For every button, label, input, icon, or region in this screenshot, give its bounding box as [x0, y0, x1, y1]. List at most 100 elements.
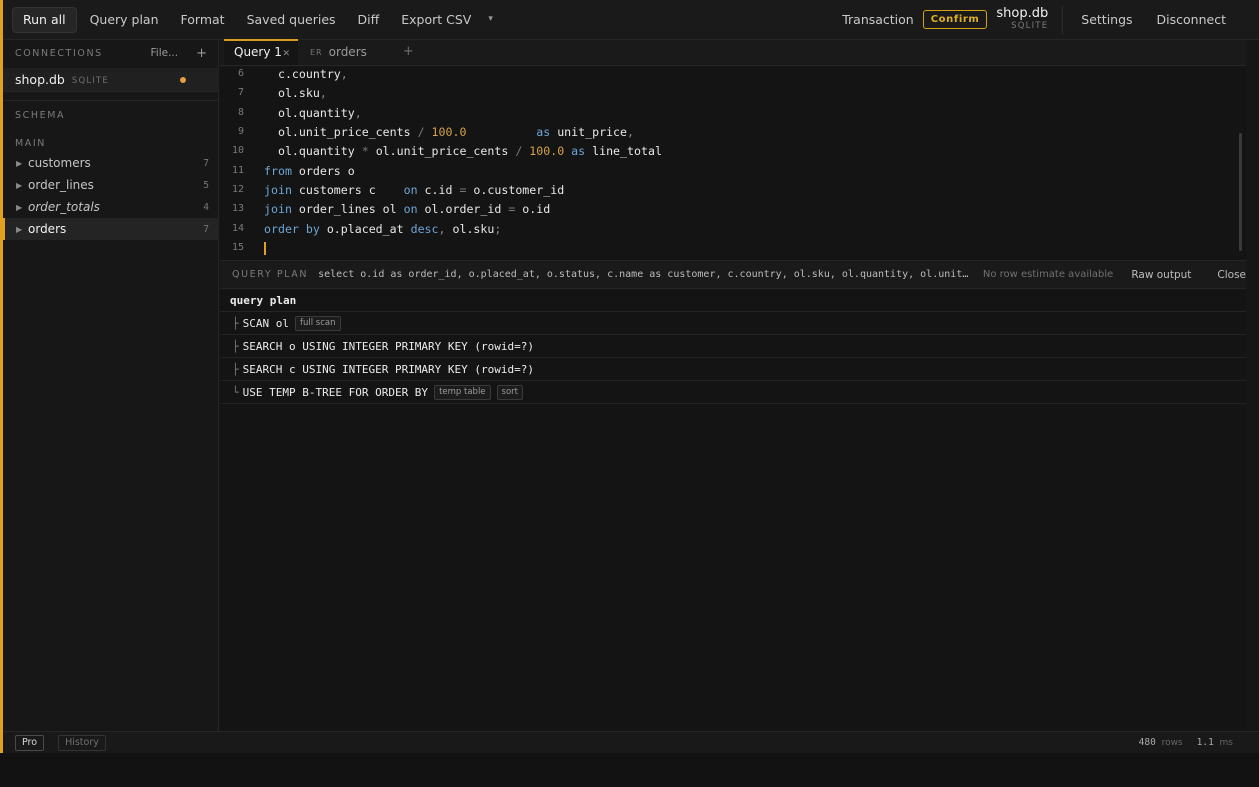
code-line: ol.quantity,: [264, 105, 362, 120]
tab-er-orders[interactable]: ER orders: [298, 39, 379, 65]
text-cursor: [264, 241, 266, 255]
editor-line: 9 ol.unit_price_cents / 100.0 as unit_pr…: [220, 122, 1236, 141]
plan-header: query plan: [220, 290, 1246, 312]
plan-tag: sort: [496, 384, 523, 400]
row-count-unit: rows: [1161, 738, 1183, 748]
plan-step: SCAN ol: [242, 316, 289, 330]
tree-branch: ├: [232, 339, 239, 353]
tab-query-1[interactable]: Query 1 ✕: [224, 39, 298, 65]
toolbar-divider: [1062, 5, 1064, 34]
plan-row: ├ SEARCH o USING INTEGER PRIMARY KEY (ro…: [220, 335, 1246, 358]
line-number: 15: [231, 242, 244, 253]
line-number: 10: [231, 145, 244, 156]
chevron-down-icon[interactable]: ▾: [482, 14, 499, 24]
row-count: 480 rows: [1139, 737, 1183, 748]
connection-kind: SQLITE: [71, 75, 109, 86]
active-database: shop.db SQLITE: [996, 7, 1048, 32]
diff-button[interactable]: Diff: [347, 7, 391, 33]
close-plan-button[interactable]: Close: [1217, 269, 1246, 281]
expand-triangle-icon[interactable]: ▶: [16, 159, 28, 168]
code-line: from orders o: [264, 163, 355, 178]
database-name: shop.db: [996, 6, 1049, 21]
tree-item-count: 4: [203, 201, 209, 213]
add-tab-button[interactable]: +: [403, 39, 414, 65]
plan-tag: temp table: [434, 384, 491, 400]
add-connection-button[interactable]: +: [196, 46, 207, 61]
tab-label: Query 1: [234, 45, 282, 59]
tree-item-label: order_totals: [28, 200, 100, 214]
schema-label: SCHEMA: [15, 110, 66, 121]
plan-row: ├ SEARCH c USING INTEGER PRIMARY KEY (ro…: [220, 358, 1246, 381]
expand-triangle-icon[interactable]: ▶: [16, 225, 28, 234]
export-csv-button[interactable]: Export CSV: [390, 7, 482, 33]
editor-line: 14 order by o.placed_at desc, ol.sku;: [220, 219, 1236, 238]
tab-label: orders: [328, 45, 367, 59]
query-time-unit: ms: [1219, 738, 1233, 748]
editor-line: 10 ol.quantity * ol.unit_price_cents / 1…: [220, 141, 1236, 160]
connection-item[interactable]: shop.db SQLITE: [3, 68, 219, 92]
confirm-button[interactable]: Confirm: [922, 10, 988, 29]
run-all-button[interactable]: Run all: [12, 6, 77, 33]
query-plan-label: QUERY PLAN: [232, 269, 309, 280]
editor-line: 7 ol.sku,: [220, 83, 1236, 102]
editor-scrollbar[interactable]: [1239, 133, 1242, 251]
tree-branch: ├: [232, 362, 239, 376]
plan-step: USE TEMP B-TREE FOR ORDER BY: [242, 385, 429, 399]
er-prefix: ER: [310, 47, 323, 57]
code-line: ol.sku,: [264, 85, 327, 100]
table-tree: ▶ customers 7 ▶ order_lines 5 ▶ order_to…: [3, 152, 219, 240]
line-number: 11: [231, 165, 244, 176]
editor-line: 12 join customers c on c.id = o.customer…: [220, 180, 1236, 199]
tree-item-count: 7: [203, 223, 209, 235]
query-plan-button[interactable]: Query plan: [79, 7, 170, 33]
line-number: 9: [237, 126, 244, 137]
disconnect-button[interactable]: Disconnect: [1145, 12, 1238, 27]
expand-triangle-icon[interactable]: ▶: [16, 203, 28, 212]
expand-triangle-icon[interactable]: ▶: [16, 181, 28, 190]
query-plan-output: query plan ├ SCAN ol full scan ├ SEARCH …: [220, 290, 1246, 731]
code-line: join customers c on c.id = o.customer_id: [264, 182, 565, 197]
sidebar-divider: [3, 100, 219, 101]
line-number: 6: [237, 68, 244, 79]
plan-tag: full scan: [294, 315, 341, 331]
schema-main-label: MAIN: [15, 138, 47, 149]
plan-row: ├ SCAN ol full scan: [220, 312, 1246, 335]
connections-label: CONNECTIONS: [15, 47, 103, 59]
tree-item-label: order_lines: [28, 178, 94, 192]
line-number: 7: [237, 87, 244, 98]
plan-row: └ USE TEMP B-TREE FOR ORDER BY temp tabl…: [220, 381, 1246, 404]
editor-line: 13 join order_lines ol on ol.order_id = …: [220, 199, 1236, 218]
tree-item-orders[interactable]: ▶ orders 7: [3, 218, 219, 240]
tree-item-label: customers: [28, 156, 91, 170]
tree-item-label: orders: [28, 222, 67, 236]
tree-item-order-lines[interactable]: ▶ order_lines 5: [3, 174, 219, 196]
open-file-button[interactable]: File...: [151, 47, 179, 59]
raw-output-button[interactable]: Raw output: [1131, 269, 1191, 281]
line-number: 12: [231, 184, 244, 195]
editor-line: 8 ol.quantity,: [220, 103, 1236, 122]
transaction-label: Transaction: [842, 12, 914, 27]
tree-item-order-totals[interactable]: ▶ order_totals 4: [3, 196, 219, 218]
editor-line: 6 c.country,: [220, 64, 1236, 83]
editor-line: 15: [220, 238, 1236, 257]
code-line: join order_lines ol on ol.order_id = o.i…: [264, 201, 551, 216]
query-plan-bar: QUERY PLAN select o.id as order_id, o.pl…: [220, 260, 1246, 289]
settings-button[interactable]: Settings: [1069, 12, 1144, 27]
plan-step: SEARCH o USING INTEGER PRIMARY KEY (rowi…: [242, 339, 535, 353]
tree-item-customers[interactable]: ▶ customers 7: [3, 152, 219, 174]
tree-item-count: 7: [203, 157, 209, 169]
format-button[interactable]: Format: [170, 7, 236, 33]
code-line: [264, 241, 266, 255]
sql-editor[interactable]: 6 c.country, 7 ol.sku, 8 ol.quantity, 9 …: [220, 67, 1246, 260]
history-button[interactable]: History: [58, 734, 106, 751]
close-icon[interactable]: ✕: [282, 49, 290, 59]
sidebar: CONNECTIONS File... + shop.db SQLITE SCH…: [3, 40, 219, 731]
code-line: ol.unit_price_cents / 100.0 as unit_pric…: [264, 124, 634, 139]
code-line: c.country,: [264, 66, 348, 81]
editor-tabs: Query 1 ✕ ER orders +: [220, 39, 1246, 66]
pro-badge[interactable]: Pro: [15, 734, 45, 751]
editor-line: 11 from orders o: [220, 161, 1236, 180]
saved-queries-button[interactable]: Saved queries: [236, 7, 347, 33]
database-kind: SQLITE: [1011, 21, 1049, 31]
connection-name: shop.db: [15, 72, 65, 87]
